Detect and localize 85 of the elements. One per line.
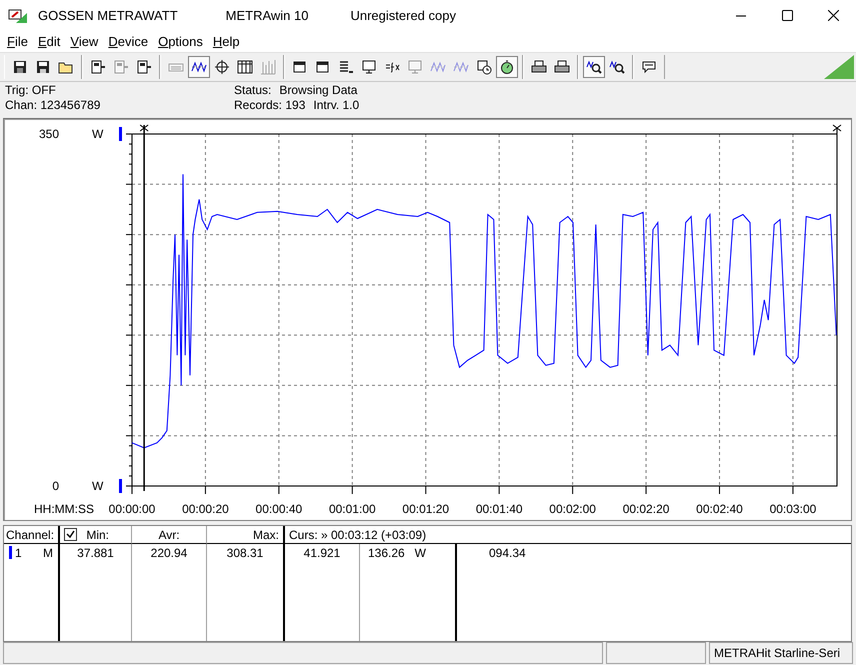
stopwatch-button[interactable] bbox=[496, 56, 518, 78]
info-label: Status: bbox=[234, 83, 272, 98]
table-header: Channel: bbox=[6, 528, 54, 542]
x-tick-label: 00:01:40 bbox=[476, 502, 523, 516]
maximize-icon bbox=[782, 10, 792, 21]
info-value: Intrv. 1.0 bbox=[313, 98, 360, 114]
wave-button[interactable] bbox=[188, 56, 210, 78]
menu-item[interactable]: File bbox=[2, 31, 33, 52]
x-tick bbox=[498, 485, 500, 494]
table-cell: 094.34 bbox=[489, 546, 526, 560]
table-cell: 308.31 bbox=[226, 546, 264, 560]
table-header: Max: bbox=[252, 528, 279, 542]
table-header: Curs: » 00:03:12 (+03:09) bbox=[289, 528, 426, 542]
table-cell: 41.921 bbox=[304, 546, 340, 560]
table-cell: W bbox=[414, 546, 426, 560]
x-tick bbox=[572, 485, 574, 494]
window-icon bbox=[315, 58, 331, 75]
printer-icon bbox=[531, 58, 547, 75]
x-tick-label: 00:02:00 bbox=[549, 502, 596, 516]
x-axis-label: HH:MM:SS bbox=[34, 502, 94, 516]
checkbox[interactable] bbox=[64, 528, 77, 542]
table-cell: M bbox=[43, 546, 53, 560]
x-tick-label: 00:00:00 bbox=[108, 502, 156, 516]
x-tick bbox=[352, 485, 353, 494]
channel-marker bbox=[119, 478, 122, 493]
window-title: Unregistered copy bbox=[350, 8, 456, 23]
device-icon bbox=[136, 58, 152, 75]
info-text: Trig: OFF bbox=[5, 83, 57, 98]
magnifier-button[interactable] bbox=[583, 56, 605, 78]
channel-marker bbox=[119, 126, 122, 141]
speech-bubble-icon bbox=[641, 58, 657, 75]
status-text: METRAHit Starline-Seri bbox=[709, 642, 853, 664]
x-tick-label: 00:01:20 bbox=[402, 502, 450, 516]
x-tick bbox=[719, 485, 720, 494]
window-title: GOSSEN METRAWATT bbox=[38, 8, 178, 23]
clock-icon bbox=[476, 58, 492, 75]
bar-chart-icon bbox=[260, 58, 276, 75]
x-tick-label: 00:01:00 bbox=[328, 502, 376, 516]
corner-triangle-icon bbox=[824, 54, 854, 79]
magnifier-icon bbox=[609, 58, 625, 75]
unit-label: W bbox=[92, 478, 104, 493]
magnifier-icon bbox=[586, 58, 602, 75]
minimize-icon bbox=[736, 14, 746, 16]
menu-item[interactable]: Options bbox=[153, 31, 208, 52]
device-icon bbox=[113, 58, 129, 75]
menu-item[interactable]: Device bbox=[103, 31, 154, 52]
y-tick-label: 0 bbox=[52, 478, 59, 493]
x-tick bbox=[278, 485, 280, 494]
unit-label: W bbox=[92, 126, 104, 141]
info-label: Records: 193 bbox=[234, 98, 306, 114]
table-cell: 136.26 bbox=[368, 546, 405, 560]
app-icon bbox=[8, 8, 28, 24]
x-tick bbox=[646, 485, 647, 494]
info-text: Chan: 123456789 bbox=[5, 98, 102, 114]
menu-item[interactable]: View bbox=[65, 31, 104, 52]
table-header: Avr: bbox=[158, 528, 180, 542]
y-tick-label: 350 bbox=[38, 126, 59, 141]
close-icon bbox=[828, 10, 838, 21]
table-icon bbox=[237, 58, 253, 75]
list-icon bbox=[338, 58, 354, 75]
x-tick-label: 00:02:40 bbox=[696, 502, 743, 516]
info-value: Browsing Data bbox=[279, 83, 358, 98]
table-cell: 1 bbox=[15, 546, 22, 560]
window-title: METRAwin 10 bbox=[226, 8, 308, 23]
table-cell: 220.94 bbox=[150, 546, 188, 560]
crosshair-icon bbox=[214, 58, 230, 75]
stopwatch-icon bbox=[499, 58, 515, 75]
x-tick-label: 00:00:40 bbox=[256, 502, 302, 516]
x-tick bbox=[425, 485, 426, 494]
window-icon bbox=[292, 58, 308, 75]
monitor-icon bbox=[407, 58, 423, 75]
monitor-icon bbox=[361, 58, 377, 75]
cursor-marker[interactable] bbox=[832, 124, 842, 134]
x-tick-label: 00:02:20 bbox=[622, 502, 670, 516]
x-tick bbox=[792, 485, 794, 494]
menu-item[interactable]: Edit bbox=[32, 31, 66, 52]
cursor-line[interactable] bbox=[140, 124, 149, 491]
menu-item[interactable]: Help bbox=[208, 31, 245, 52]
printer-icon bbox=[554, 58, 570, 75]
x-tick-label: 00:00:20 bbox=[182, 502, 229, 516]
table-header: Min: bbox=[86, 528, 109, 542]
x-tick-label: 00:03:00 bbox=[770, 502, 816, 516]
table-cell: 37.881 bbox=[77, 546, 114, 560]
device-icon bbox=[90, 58, 106, 75]
x-tick bbox=[204, 485, 206, 494]
